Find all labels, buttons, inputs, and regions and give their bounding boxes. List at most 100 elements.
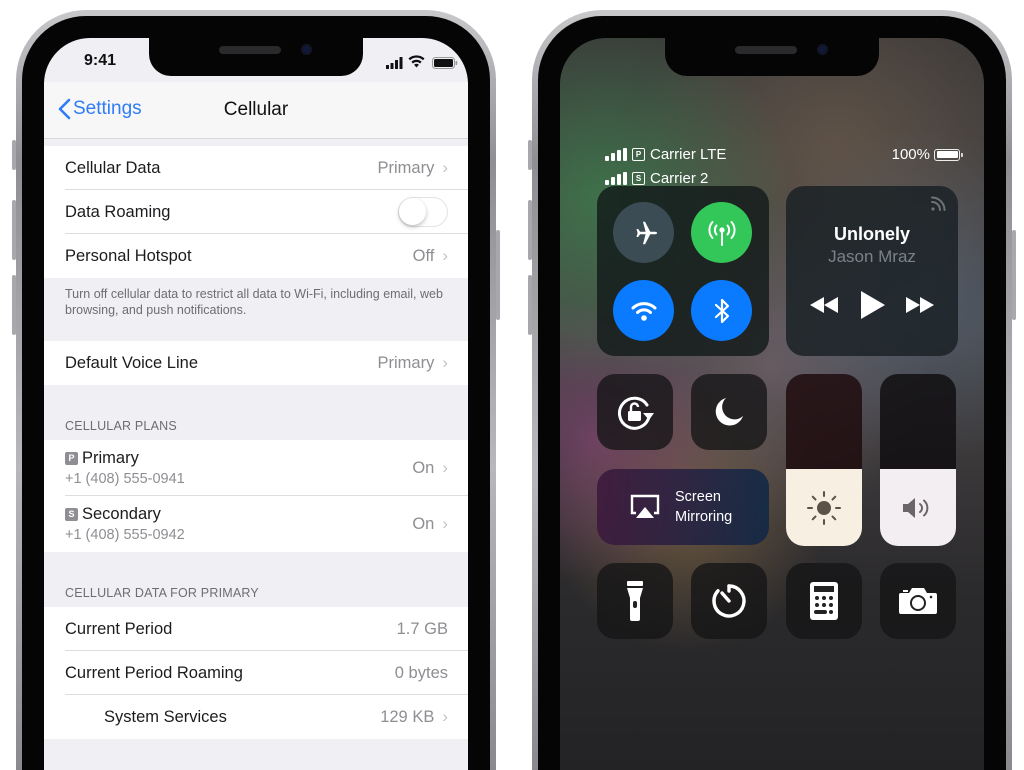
cellular-footnote: Turn off cellular data to restrict all d… xyxy=(65,287,443,317)
plan-row-primary[interactable]: P Primary +1 (408) 555-0941 On › xyxy=(44,440,468,496)
current-period-row: Current Period 1.7 GB xyxy=(44,607,468,651)
plans-group: P Primary +1 (408) 555-0941 On › S Seconda… xyxy=(44,440,468,552)
bluetooth-toggle[interactable] xyxy=(691,280,752,341)
row-value: Off xyxy=(412,246,435,265)
data-roaming-toggle[interactable] xyxy=(398,197,448,227)
carrier-secondary: S Carrier 2 xyxy=(605,170,708,187)
wifi-toggle[interactable] xyxy=(613,280,674,341)
fast-forward-button[interactable] xyxy=(905,296,935,319)
play-icon xyxy=(860,291,885,319)
airplay-audio-icon[interactable] xyxy=(930,196,946,217)
camera-button[interactable] xyxy=(880,563,956,639)
volume-slider[interactable] xyxy=(880,374,956,546)
mute-switch xyxy=(528,140,532,170)
sun-icon xyxy=(786,490,862,526)
cellular-data-row[interactable]: Cellular Data Primary › xyxy=(44,146,468,190)
wifi-icon xyxy=(631,301,656,321)
sim-badge: P xyxy=(65,452,78,465)
chevron-right-icon: › xyxy=(442,707,448,726)
phone-frame-left: 9:41 Settings Cellular Cellular Data Pri… xyxy=(12,10,500,770)
fast-forward-icon xyxy=(905,297,934,313)
chevron-right-icon: › xyxy=(442,458,448,477)
chevron-right-icon: › xyxy=(442,246,448,265)
mirroring-label-line1: Screen xyxy=(675,489,721,505)
section-header-cellular-data-primary: CELLULAR DATA FOR PRIMARY xyxy=(65,586,259,600)
sim-badge: S xyxy=(632,172,645,185)
side-button xyxy=(1012,230,1016,320)
plan-number: +1 (408) 555-0942 xyxy=(65,527,185,543)
side-button xyxy=(496,230,500,320)
navigation-bar: Settings Cellular xyxy=(44,82,468,139)
flashlight-icon xyxy=(627,581,643,621)
chevron-right-icon: › xyxy=(442,158,448,177)
row-label: System Services xyxy=(104,707,227,726)
rewind-button[interactable] xyxy=(809,296,839,319)
calculator-button[interactable] xyxy=(786,563,862,639)
sim-badge: P xyxy=(632,148,645,161)
row-value: Primary xyxy=(377,353,435,372)
carrier-name: Carrier LTE xyxy=(650,146,727,163)
chevron-right-icon: › xyxy=(442,353,448,372)
row-label: Current Period Roaming xyxy=(65,663,243,682)
calculator-icon xyxy=(810,582,838,620)
do-not-disturb-toggle[interactable] xyxy=(691,374,767,450)
cellular-signal-icon xyxy=(605,148,627,161)
moon-icon xyxy=(715,398,743,426)
timer-button[interactable] xyxy=(691,563,767,639)
notch xyxy=(149,38,363,76)
antenna-icon xyxy=(708,220,735,246)
carrier-name: Carrier 2 xyxy=(650,170,709,187)
row-label: Default Voice Line xyxy=(65,353,199,372)
row-label: Data Roaming xyxy=(65,202,171,221)
mirroring-label-line2: Mirroring xyxy=(675,509,733,525)
airplane-mode-toggle[interactable] xyxy=(613,202,674,263)
battery-icon xyxy=(432,56,458,74)
cellular-data-toggle[interactable] xyxy=(691,202,752,263)
control-center: P Carrier LTE S Carrier 2 100% Unlonely … xyxy=(560,38,984,770)
mute-switch xyxy=(12,140,16,170)
system-services-row[interactable]: System Services 129 KB › xyxy=(44,695,468,739)
plan-number: +1 (408) 555-0941 xyxy=(65,471,185,487)
artist-name: Jason Mraz xyxy=(828,247,916,266)
clock: 9:41 xyxy=(84,52,117,69)
flashlight-button[interactable] xyxy=(597,563,673,639)
camera-icon xyxy=(899,588,937,614)
airplane-icon xyxy=(636,221,657,244)
voice-group: Default Voice Line Primary › xyxy=(44,341,468,385)
cellular-signal-icon xyxy=(605,172,627,185)
page-title: Cellular xyxy=(223,99,289,120)
volume-down-button xyxy=(12,275,16,335)
chevron-right-icon: › xyxy=(442,514,448,533)
rewind-icon xyxy=(810,297,839,313)
settings-list: Cellular Data Primary › Data Roaming Per… xyxy=(44,139,468,739)
play-button[interactable] xyxy=(858,290,886,325)
volume-down-button xyxy=(528,275,532,335)
rotation-lock-toggle[interactable] xyxy=(597,374,673,450)
default-voice-line-row[interactable]: Default Voice Line Primary › xyxy=(44,341,468,385)
sim-badge: S xyxy=(65,508,78,521)
current-period-roaming-row: Current Period Roaming 0 bytes xyxy=(44,651,468,695)
phone-frame-right: P Carrier LTE S Carrier 2 100% Unlonely … xyxy=(528,10,1016,770)
row-value: 0 bytes xyxy=(394,663,448,682)
battery-percent: 100% xyxy=(891,146,930,163)
screen-mirroring-button[interactable]: Screen Mirroring xyxy=(597,469,769,545)
row-value: 129 KB xyxy=(380,707,435,726)
battery-status: 100% xyxy=(891,146,963,163)
personal-hotspot-row[interactable]: Personal Hotspot Off › xyxy=(44,234,468,278)
row-label: Cellular Data xyxy=(65,158,161,177)
battery-icon xyxy=(934,148,963,161)
toggle-knob xyxy=(399,198,426,225)
song-title: Unlonely xyxy=(833,224,910,244)
carrier-primary: P Carrier LTE xyxy=(605,146,726,163)
rotation-lock-icon xyxy=(617,396,654,430)
plan-row-secondary[interactable]: S Secondary +1 (408) 555-0942 On › xyxy=(44,496,468,552)
brightness-slider[interactable] xyxy=(786,374,862,546)
plan-name: Primary xyxy=(82,449,139,467)
notch xyxy=(665,38,879,76)
speaker-icon xyxy=(880,496,956,520)
cellular-signal-icon xyxy=(386,56,404,74)
now-playing-module[interactable]: Unlonely Jason Mraz xyxy=(786,186,958,356)
cellular-group: Cellular Data Primary › Data Roaming Per… xyxy=(44,146,468,278)
row-label: Personal Hotspot xyxy=(65,246,192,265)
section-header-cellular-plans: CELLULAR PLANS xyxy=(65,419,177,433)
